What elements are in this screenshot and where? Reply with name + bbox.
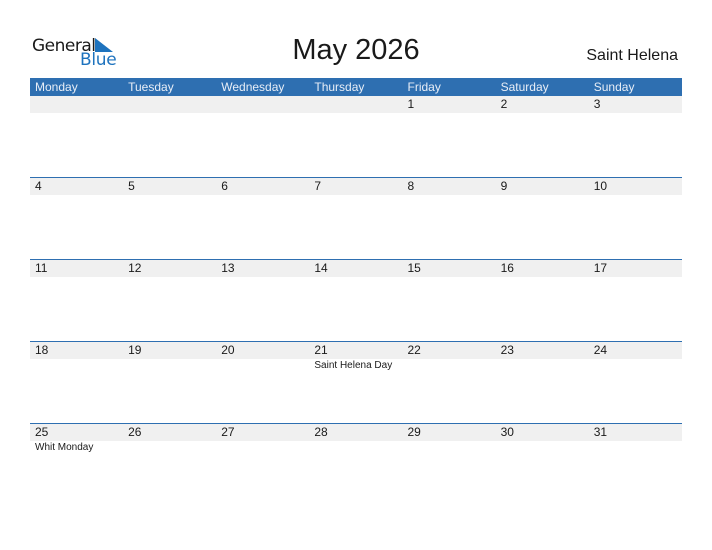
day-number: 19 (128, 343, 142, 357)
date-strip: 1 2 3 (30, 96, 682, 113)
week-row: 25 26 27 28 29 30 31 Whit Monday (30, 423, 682, 505)
week-row: 18 19 20 21 22 23 24 Saint Helena Day (30, 341, 682, 423)
weekday-thursday: Thursday (314, 80, 365, 94)
weekday-saturday: Saturday (500, 80, 549, 94)
calendar-grid: Monday Tuesday Wednesday Thursday Friday… (30, 78, 682, 505)
holiday-label (589, 359, 682, 373)
day-number: 29 (407, 425, 421, 439)
day-number: 21 (314, 343, 328, 357)
holiday-label (309, 441, 402, 455)
day-number: 10 (593, 179, 608, 193)
weekday-header: Monday Tuesday Wednesday Thursday Friday… (30, 78, 682, 96)
week-row: 4 5 6 7 8 9 10 (30, 177, 682, 259)
holiday-label (216, 359, 309, 373)
day-number (309, 96, 402, 113)
day-number: 24 (593, 343, 608, 357)
day-number: 26 (128, 425, 142, 439)
weekday-tuesday: Tuesday (128, 80, 174, 94)
day-number: 16 (500, 261, 514, 275)
holiday-label: Saint Helena Day (314, 360, 393, 371)
date-strip: 18 19 20 21 22 23 24 (30, 342, 682, 359)
day-number: 22 (407, 343, 421, 357)
day-number: 15 (407, 261, 421, 275)
holiday-label: Whit Monday (35, 442, 94, 453)
weekday-wednesday: Wednesday (221, 80, 285, 94)
day-number: 6 (221, 179, 228, 193)
day-number: 18 (35, 343, 49, 357)
day-number: 27 (221, 425, 235, 439)
week-row: 11 12 13 14 15 16 17 (30, 259, 682, 341)
date-strip: 25 26 27 28 29 30 31 (30, 424, 682, 441)
holiday-label (403, 359, 496, 373)
day-number: 20 (221, 343, 235, 357)
holiday-label (496, 441, 589, 455)
holiday-label (216, 441, 309, 455)
day-number: 5 (128, 179, 135, 193)
day-number: 7 (314, 179, 322, 193)
day-number: 13 (221, 261, 235, 275)
week-row: 1 2 3 (30, 96, 682, 177)
weekday-sunday: Sunday (593, 80, 635, 94)
day-number: 28 (314, 425, 328, 439)
day-number: 9 (500, 179, 508, 193)
day-number: 14 (314, 261, 328, 275)
holiday-label (403, 441, 496, 455)
day-number: 11 (35, 261, 48, 275)
country-label: Saint Helena (586, 47, 678, 64)
events-row: Saint Helena Day (30, 359, 682, 373)
date-strip: 11 12 13 14 15 16 17 (30, 260, 682, 277)
day-number (123, 96, 216, 113)
day-number: 8 (407, 179, 415, 193)
holiday-label (496, 359, 589, 373)
day-number: 3 (593, 97, 601, 111)
date-strip: 4 5 6 7 8 9 10 (30, 178, 682, 195)
holiday-label (589, 441, 682, 455)
day-number: 2 (500, 97, 508, 111)
day-number: 17 (593, 261, 608, 275)
events-row: Whit Monday (30, 441, 682, 455)
day-number: 4 (35, 179, 42, 193)
day-number: 12 (128, 261, 142, 275)
holiday-label (123, 441, 216, 455)
day-number (216, 96, 309, 113)
weekday-monday: Monday (35, 80, 78, 94)
holiday-label (30, 359, 123, 373)
day-number: 30 (500, 425, 514, 439)
day-number: 23 (500, 343, 514, 357)
day-number (30, 96, 123, 113)
day-number: 31 (593, 425, 608, 439)
day-number: 25 (35, 425, 49, 439)
day-number: 1 (407, 97, 415, 111)
holiday-label (123, 359, 216, 373)
weekday-friday: Friday (407, 80, 441, 94)
